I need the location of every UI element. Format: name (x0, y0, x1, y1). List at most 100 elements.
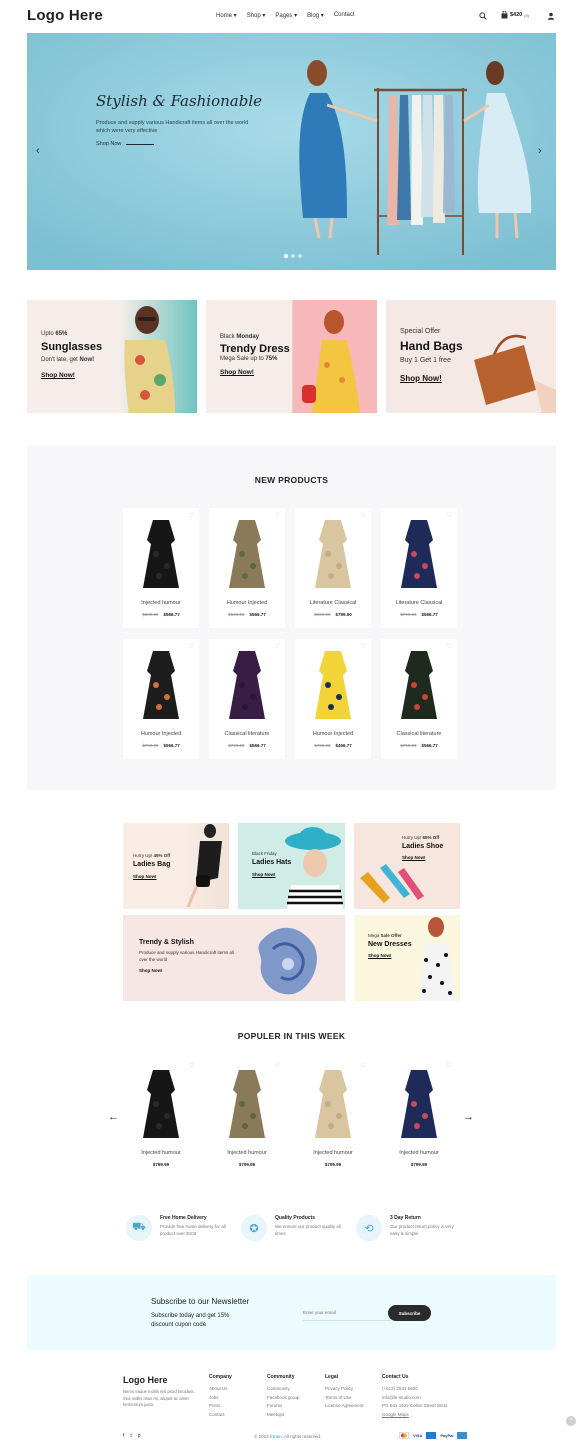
product-name[interactable]: Humour Injected (123, 731, 199, 737)
product-name[interactable]: Classical literature (381, 731, 457, 737)
nav-blog[interactable]: Blog ▾ (307, 12, 324, 19)
wishlist-heart-icon[interactable]: ♡ (275, 512, 280, 519)
product-card[interactable]: ♡ Classical literature $799.00 $566.77 (381, 639, 457, 759)
wishlist-heart-icon[interactable]: ♡ (361, 1062, 366, 1069)
footer-link[interactable]: Community (267, 1385, 300, 1394)
search-icon[interactable] (479, 12, 487, 20)
wishlist-heart-icon[interactable]: ♡ (189, 512, 194, 519)
product-image[interactable] (129, 1064, 193, 1142)
footer-link[interactable]: Privacy Policy (325, 1385, 364, 1394)
product-card[interactable]: ♡ Injected humour $799.99 (209, 1058, 285, 1178)
product-name[interactable]: Injected humour (123, 1150, 199, 1156)
product-card[interactable]: ♡ Humour Injected $799.00 $466.77 (295, 639, 371, 759)
twitter-icon[interactable]: t (130, 1433, 131, 1439)
product-image[interactable] (387, 645, 451, 723)
nav-home[interactable]: Home ▾ (216, 12, 237, 19)
wishlist-heart-icon[interactable]: ♡ (189, 1062, 194, 1069)
promo-shop-now-link[interactable]: Shop Now! (400, 374, 442, 383)
nav-shop[interactable]: Shop ▾ (247, 12, 266, 19)
product-name[interactable]: Injected humour (381, 1150, 457, 1156)
product-card[interactable]: ♡ Injected humour $799.99 (123, 1058, 199, 1178)
product-image[interactable] (215, 1064, 279, 1142)
hero-shop-now-link[interactable]: Shop Now (96, 141, 121, 147)
tile-shop-now-link[interactable]: Shop Now! (139, 968, 163, 973)
back-to-top-button[interactable]: ^ (566, 1416, 576, 1426)
nav-pages[interactable]: Pages ▾ (275, 12, 297, 19)
cart-button[interactable]: $420 (9) (501, 11, 529, 19)
hero-prev-arrow-icon[interactable]: ‹ (36, 145, 40, 157)
wishlist-heart-icon[interactable]: ♡ (447, 512, 452, 519)
tile-ladies-shoe[interactable]: Hurry Up! 65% Off Ladies Shoe Shop Now! (354, 823, 460, 909)
product-image[interactable] (301, 1064, 365, 1142)
tile-shop-now-link[interactable]: Shop Now! (402, 855, 426, 860)
nav-contact[interactable]: Contact (334, 12, 355, 19)
product-image[interactable] (129, 645, 193, 723)
wishlist-heart-icon[interactable]: ♡ (447, 643, 452, 650)
tile-shop-now-link[interactable]: Shop Now! (368, 953, 392, 958)
product-image[interactable] (129, 514, 193, 592)
product-card[interactable]: ♡ Literature Classical $599.00 $799.00 (295, 508, 371, 628)
hero-next-arrow-icon[interactable]: › (538, 145, 542, 157)
product-image[interactable] (301, 514, 365, 592)
footer-logo[interactable]: Logo Here (123, 1375, 168, 1385)
product-name[interactable]: Literature Classical (381, 600, 457, 606)
product-card[interactable]: ♡ Humour Injected $599.00 $566.77 (209, 508, 285, 628)
wishlist-heart-icon[interactable]: ♡ (189, 643, 194, 650)
wishlist-heart-icon[interactable]: ♡ (275, 643, 280, 650)
footer-link[interactable]: Contact (209, 1411, 232, 1420)
product-image[interactable] (387, 514, 451, 592)
product-card[interactable]: ♡ Injected humour $599.00 $566.77 (123, 508, 199, 628)
tile-ladies-bag[interactable]: Hurry Up! 45% Off Ladies Bag Shop Now! (123, 823, 229, 909)
product-image[interactable] (387, 1064, 451, 1142)
tile-shop-now-link[interactable]: Shop Now! (133, 874, 157, 879)
product-card[interactable]: ♡ Injected humour $799.99 (295, 1058, 371, 1178)
footer-link[interactable]: Terms of Use (325, 1394, 364, 1403)
hero-dot[interactable] (298, 254, 302, 258)
product-name[interactable]: Injected humour (209, 1150, 285, 1156)
product-card[interactable]: ♡ Classical literature $799.00 $566.77 (209, 639, 285, 759)
product-card[interactable]: ♡ Injected humour $799.99 (381, 1058, 457, 1178)
popular-next-arrow-icon[interactable]: → (463, 1111, 474, 1123)
tile-new-dresses[interactable]: Mega Sale Offer New Dresses Shop Now! (354, 915, 460, 1001)
product-name[interactable]: Humour Injected (295, 731, 371, 737)
google-maps-link[interactable]: Google Maps (382, 1411, 447, 1420)
promo-trendy-dress[interactable]: Black Monday Trendy Dress Mega Sale up t… (206, 300, 377, 413)
footer-link[interactable]: Jobs (209, 1394, 232, 1403)
product-name[interactable]: Injected humour (123, 600, 199, 606)
footer-link[interactable]: Meetups (267, 1411, 300, 1420)
site-logo[interactable]: Logo Here (27, 7, 103, 24)
footer-link[interactable]: About Us (209, 1385, 232, 1394)
wishlist-heart-icon[interactable]: ♡ (447, 1062, 452, 1069)
user-icon[interactable] (547, 12, 555, 20)
wishlist-heart-icon[interactable]: ♡ (275, 1062, 280, 1069)
product-name[interactable]: Literature Classical (295, 600, 371, 606)
product-image[interactable] (215, 514, 279, 592)
promo-hand-bags[interactable]: Special Offer Hand Bags Buy 1 Get 1 free… (386, 300, 556, 413)
wishlist-heart-icon[interactable]: ♡ (361, 512, 366, 519)
newsletter-email-input[interactable] (303, 1305, 391, 1321)
footer-link[interactable]: Press (209, 1402, 232, 1411)
promo-sunglasses[interactable]: Upto 65% Sunglasses Don't late, get Now!… (27, 300, 197, 413)
product-name[interactable]: Classical literature (209, 731, 285, 737)
tile-shop-now-link[interactable]: Shop Now! (252, 872, 276, 877)
facebook-icon[interactable]: f (123, 1433, 124, 1439)
footer-link[interactable]: Facebook group (267, 1394, 300, 1403)
wishlist-heart-icon[interactable]: ♡ (361, 643, 366, 650)
product-name[interactable]: Injected humour (295, 1150, 371, 1156)
footer-link[interactable]: Forums (267, 1402, 300, 1411)
hero-dot[interactable] (284, 254, 288, 258)
tile-ladies-hats[interactable]: Black Friday Ladies Hats Shop Now! (238, 823, 345, 909)
hero-dot[interactable] (291, 254, 295, 258)
tile-trendy-stylish[interactable]: Trendy & Stylish Produce and supply vari… (123, 915, 345, 1001)
product-image[interactable] (301, 645, 365, 723)
product-card[interactable]: ♡ Humour Injected $799.00 $566.77 (123, 639, 199, 759)
footer-link[interactable]: License Agreement (325, 1402, 364, 1411)
product-card[interactable]: ♡ Literature Classical $799.00 $566.77 (381, 508, 457, 628)
subscribe-button[interactable]: Subscribe (388, 1305, 431, 1321)
promo-shop-now-link[interactable]: Shop Now! (220, 369, 254, 376)
pinterest-icon[interactable]: p (138, 1433, 141, 1439)
promo-shop-now-link[interactable]: Shop Now! (41, 372, 75, 379)
product-name[interactable]: Humour Injected (209, 600, 285, 606)
popular-prev-arrow-icon[interactable]: ← (108, 1111, 119, 1123)
product-image[interactable] (215, 645, 279, 723)
